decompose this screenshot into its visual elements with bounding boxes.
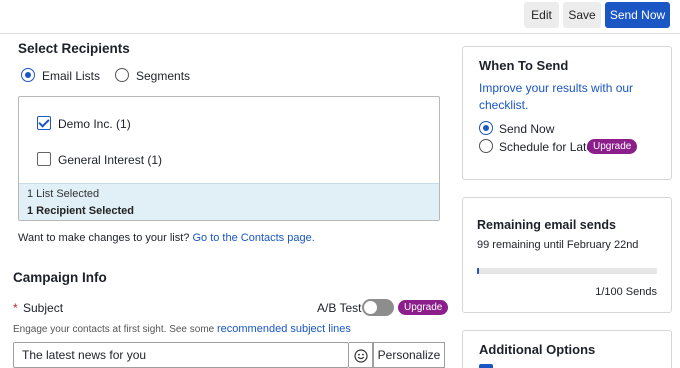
top-toolbar: Edit Save Send Now [0, 0, 680, 34]
schedule-later-radio[interactable] [479, 139, 493, 153]
improve-checklist-link[interactable]: Improve your results with our checklist. [479, 80, 659, 114]
list-checkbox-demo-inc[interactable] [37, 116, 51, 130]
ab-test-upgrade-badge[interactable]: Upgrade [398, 300, 449, 315]
save-button[interactable]: Save [563, 2, 601, 28]
send-now-option-label[interactable]: Send Now [499, 122, 554, 136]
when-to-send-title: When To Send [479, 58, 569, 73]
list-item-label[interactable]: Demo Inc. (1) [58, 117, 131, 131]
subject-hint: Engage your contacts at first sight. See… [13, 323, 351, 335]
recipients-selected-count: 1 Recipient Selected [27, 205, 134, 217]
recommended-subject-lines-link[interactable]: recommended subject lines [217, 323, 351, 335]
schedule-later-option-label[interactable]: Schedule for Later [499, 140, 597, 154]
subject-hint-text: Engage your contacts at first sight. See… [13, 324, 215, 335]
subject-input[interactable] [13, 342, 349, 368]
ab-test-toggle[interactable] [362, 299, 394, 316]
sends-count: 1/100 Sends [595, 286, 657, 298]
contacts-page-link[interactable]: Go to the Contacts page. [192, 232, 314, 244]
subject-label: Subject [23, 301, 64, 315]
remaining-sends-subtitle: 99 remaining until February 22nd [477, 239, 639, 251]
campaign-info-title: Campaign Info [13, 270, 107, 285]
ab-test-label: A/B Test [317, 301, 362, 315]
selection-summary: 1 List Selected 1 Recipient Selected [19, 183, 439, 220]
sends-progress-fill [477, 268, 479, 274]
lists-selected-count: 1 List Selected [27, 188, 100, 200]
personalize-button[interactable]: Personalize [373, 342, 445, 368]
change-list-text: Want to make changes to your list? Go to… [18, 232, 315, 244]
additional-options-card: Additional Options [462, 330, 672, 368]
additional-options-title: Additional Options [479, 342, 596, 357]
schedule-upgrade-badge[interactable]: Upgrade [587, 139, 638, 154]
list-checkbox-general-interest[interactable] [37, 152, 51, 166]
segments-radio[interactable] [115, 68, 129, 82]
change-list-prompt: Want to make changes to your list? [18, 232, 190, 244]
remaining-sends-title: Remaining email sends [477, 218, 616, 232]
list-item-label[interactable]: General Interest (1) [58, 153, 162, 167]
sends-progress-bar [477, 268, 657, 274]
remaining-sends-card: Remaining email sends 99 remaining until… [462, 197, 672, 313]
email-lists-radio[interactable] [21, 68, 35, 82]
email-lists-box: Demo Inc. (1) General Interest (1) 1 Lis… [18, 96, 440, 221]
email-lists-label[interactable]: Email Lists [42, 69, 100, 83]
when-to-send-card: When To Send Improve your results with o… [462, 46, 672, 180]
smiley-icon [354, 349, 368, 363]
additional-option-checkbox[interactable] [479, 364, 493, 368]
edit-button[interactable]: Edit [524, 2, 559, 28]
emoji-button[interactable] [349, 342, 373, 368]
select-recipients-title: Select Recipients [18, 41, 130, 56]
send-now-button[interactable]: Send Now [605, 2, 670, 28]
send-now-radio[interactable] [479, 121, 493, 135]
segments-label[interactable]: Segments [136, 69, 190, 83]
required-marker: * [13, 301, 18, 315]
